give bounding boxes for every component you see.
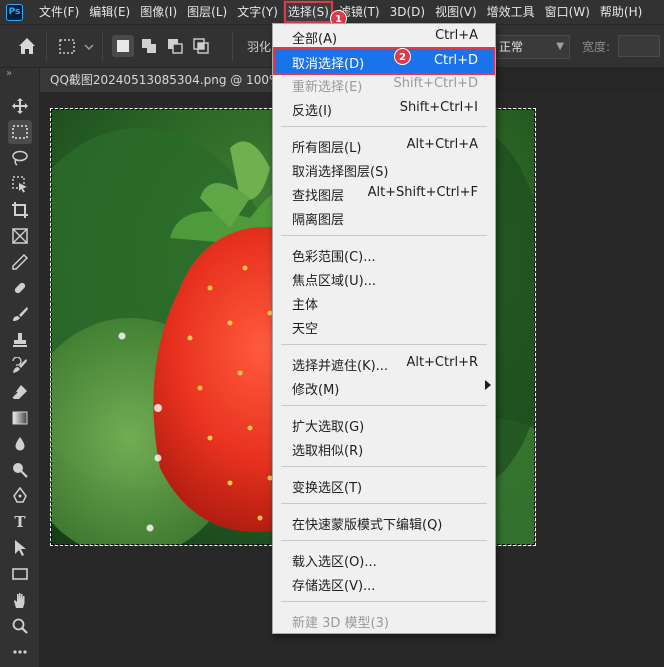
menu-item-save-selection[interactable]: 存储选区(V)... (273, 571, 495, 595)
style-mode-value: 正常 (499, 40, 524, 54)
menu-type[interactable]: 文字(Y) (232, 0, 283, 24)
menu-item-all-layers[interactable]: 所有图层(L) Alt+Ctrl+A (273, 133, 495, 157)
style-mode-select[interactable]: 正常 ▼ (494, 35, 570, 59)
zoom-icon[interactable] (8, 614, 32, 638)
menu-3d[interactable]: 3D(D) (385, 0, 430, 24)
menu-separator (281, 601, 487, 602)
step-2-badge: 2 (394, 48, 411, 65)
gradient-icon[interactable] (8, 406, 32, 430)
select-menu-dropdown: 全部(A) Ctrl+A 取消选择(D) Ctrl+D 重新选择(E) Shif… (272, 23, 496, 634)
home-icon[interactable] (16, 35, 38, 57)
menu-item-load-selection[interactable]: 载入选区(O)... (273, 547, 495, 571)
menu-select[interactable]: 选择(S) (282, 0, 334, 24)
menu-separator (281, 126, 487, 127)
menu-item-modify[interactable]: 修改(M) (273, 375, 495, 399)
chevron-down-icon[interactable] (84, 43, 94, 51)
pen-icon[interactable] (8, 484, 32, 508)
intersect-selection-button[interactable] (190, 35, 212, 57)
healing-icon[interactable] (8, 276, 32, 300)
menu-plugins[interactable]: 增效工具 (482, 0, 540, 24)
menu-separator (281, 540, 487, 541)
width-label: 宽度: (582, 40, 611, 54)
menu-image[interactable]: 图像(I) (135, 0, 182, 24)
type-icon[interactable]: T (8, 510, 32, 534)
crop-icon[interactable] (8, 198, 32, 222)
menu-item-similar[interactable]: 选取相似(R) (273, 436, 495, 460)
lasso-icon[interactable] (8, 146, 32, 170)
menu-file[interactable]: 文件(F) (34, 0, 84, 24)
eyedropper-icon[interactable] (8, 250, 32, 274)
options-divider (46, 33, 47, 61)
hand-icon[interactable] (8, 588, 32, 612)
menu-separator (281, 466, 487, 467)
history-brush-icon[interactable] (8, 354, 32, 378)
menu-item-transform-selection[interactable]: 变换选区(T) (273, 473, 495, 497)
menu-item-find-layers[interactable]: 查找图层 Alt+Shift+Ctrl+F (273, 181, 495, 205)
options-divider (232, 33, 233, 61)
menu-item-quick-mask[interactable]: 在快速蒙版模式下编辑(Q) (273, 510, 495, 534)
menu-item-subject[interactable]: 主体 (273, 290, 495, 314)
frame-icon[interactable] (8, 224, 32, 248)
menu-help[interactable]: 帮助(H) (595, 0, 647, 24)
move-icon[interactable] (8, 94, 32, 118)
menu-item-select-and-mask[interactable]: 选择并遮住(K)... Alt+Ctrl+R (273, 351, 495, 375)
menu-item-deselect-layers[interactable]: 取消选择图层(S) (273, 157, 495, 181)
menu-item-isolate-layers[interactable]: 隔离图层 (273, 205, 495, 229)
new-selection-button[interactable] (112, 35, 134, 57)
dodge-icon[interactable] (8, 458, 32, 482)
menu-view[interactable]: 视图(V) (430, 0, 482, 24)
submenu-arrow-icon (485, 380, 491, 390)
more-icon[interactable] (8, 640, 32, 664)
brush-icon[interactable] (8, 302, 32, 326)
menu-layer[interactable]: 图层(L) (182, 0, 232, 24)
menu-separator (281, 405, 487, 406)
path-select-icon[interactable] (8, 536, 32, 560)
menu-item-grow[interactable]: 扩大选取(G) (273, 412, 495, 436)
tools-panel: » T (0, 68, 40, 667)
options-divider (102, 33, 103, 61)
menu-item-reselect: 重新选择(E) Shift+Ctrl+D (292, 76, 478, 95)
marquee-icon[interactable] (8, 120, 32, 144)
add-to-selection-button[interactable] (138, 35, 160, 57)
collapse-panel-icon[interactable]: » (6, 68, 12, 79)
menu-item-select-all[interactable]: 全部(A) Ctrl+A (273, 24, 495, 48)
photoshop-logo: Ps (6, 3, 23, 21)
menu-edit[interactable]: 编辑(E) (84, 0, 135, 24)
menu-window[interactable]: 窗口(W) (540, 0, 595, 24)
stamp-icon[interactable] (8, 328, 32, 352)
menu-separator (281, 235, 487, 236)
chevron-down-icon: ▼ (556, 41, 564, 52)
document-tab[interactable]: QQ截图20240513085304.png @ 100% (40, 68, 280, 92)
blur-icon[interactable] (8, 432, 32, 456)
subtract-from-selection-button[interactable] (164, 35, 186, 57)
eraser-icon[interactable] (8, 380, 32, 404)
rectangle-icon[interactable] (8, 562, 32, 586)
menu-item-new-3d-model: 新建 3D 模型(3) (292, 616, 389, 631)
menu-item-color-range[interactable]: 色彩范围(C)... (273, 242, 495, 266)
width-input[interactable] (618, 35, 660, 57)
feather-label: 羽化: (247, 40, 276, 54)
menu-item-inverse[interactable]: 反选(I) Shift+Ctrl+I (273, 96, 495, 120)
marquee-preset-icon[interactable] (58, 37, 78, 57)
menu-separator (281, 344, 487, 345)
menu-item-focus-area[interactable]: 焦点区域(U)... (273, 266, 495, 290)
menu-separator (281, 503, 487, 504)
object-select-icon[interactable] (8, 172, 32, 196)
menu-item-sky[interactable]: 天空 (273, 314, 495, 338)
menu-item-deselect[interactable]: 取消选择(D) Ctrl+D (273, 47, 495, 75)
